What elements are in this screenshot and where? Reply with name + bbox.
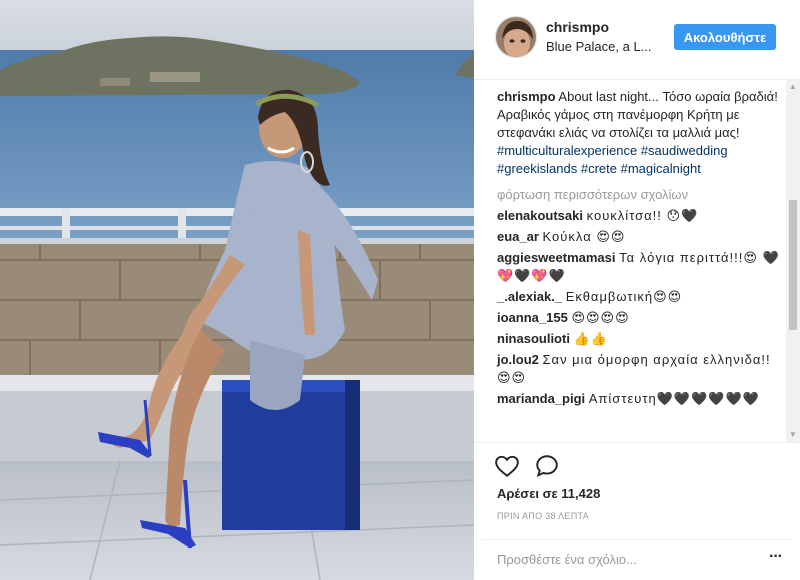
post-photo[interactable] [0,0,474,580]
follow-button[interactable]: Ακολουθήστε [674,24,776,50]
hashtag-link[interactable]: #magicalnight [621,161,701,176]
load-more-comments-link[interactable]: φόρτωση περισσότερων σχολίων [497,186,784,204]
add-comment-bar: ··· [482,539,792,577]
comment-username[interactable]: marianda_pigi [497,391,585,406]
hashtag-link[interactable]: #greekislands [497,161,577,176]
comment-username[interactable]: elenakoutsaki [497,208,583,223]
more-options-icon[interactable]: ··· [769,548,783,566]
comment-text: Κούκλα 😍😍 [542,229,626,244]
scrollbar-thumb[interactable] [789,200,797,330]
post-side-panel: chrismpo Blue Palace, a L... Ακολουθήστε… [474,0,800,580]
comment-item: _.alexiak._ Εκθαμβωτική😍😍 [497,288,784,306]
scroll-down-arrow-icon[interactable]: ▼ [786,428,800,442]
comment-text: 👍👍 [573,331,608,346]
comment-text: Απίστευτη🖤🖤🖤🖤🖤🖤 [588,391,760,406]
scroll-up-arrow-icon[interactable]: ▲ [786,80,800,94]
post-author-username[interactable]: chrismpo [546,19,609,35]
post-timestamp[interactable]: ΠΡΙΝ ΑΠΟ 38 ΛΕΠΤΑ [497,511,589,521]
comment-text: Σαν μια όμορφη αρχαία ελληνιδα!! 😍😍 [497,352,771,385]
comment-item: eua_ar Κούκλα 😍😍 [497,228,784,246]
comment-username[interactable]: aggiesweetmamasi [497,250,616,265]
hashtag-link[interactable]: #multiculturalexperience [497,143,637,158]
comment-item: ninasoulioti 👍👍 [497,330,784,348]
comment-username[interactable]: jo.lou2 [497,352,539,367]
comment-item: ioanna_155 😍😍😍😍 [497,309,784,327]
comment-item: elenakoutsaki κουκλίτσα!! 😯🖤 [497,207,784,225]
post-photo-illustration [0,0,474,580]
comment-username[interactable]: ninasoulioti [497,331,570,346]
comments-scrollbar[interactable]: ▲ ▼ [786,80,800,442]
comment-item: aggiesweetmamasi Τα λόγια περιττά!!!😍 🖤💖… [497,249,784,285]
add-comment-input[interactable] [497,549,747,569]
post-actions: Αρέσει σε 11,428 ΠΡΙΝ ΑΠΟ 38 ΛΕΠΤΑ ··· [474,442,800,580]
heart-icon[interactable] [494,453,522,481]
profile-avatar[interactable] [495,16,537,58]
avatar-image [496,17,536,57]
comment-text: 😍😍😍😍 [571,310,630,325]
post-header: chrismpo Blue Palace, a L... Ακολουθήστε [474,0,800,80]
comment-item: marianda_pigi Απίστευτη🖤🖤🖤🖤🖤🖤 [497,390,784,408]
caption-username[interactable]: chrismpo [497,89,556,104]
comment-bubble-icon[interactable] [534,453,562,481]
comment-username[interactable]: _.alexiak._ [497,289,562,304]
comment-username[interactable]: ioanna_155 [497,310,568,325]
hashtag-link[interactable]: #saudiwedding [641,143,728,158]
comment-text: κουκλίτσα!! 😯🖤 [586,208,699,223]
likes-count[interactable]: Αρέσει σε 11,428 [497,486,600,501]
comment-username[interactable]: eua_ar [497,229,539,244]
post-location[interactable]: Blue Palace, a L... [546,39,652,54]
post-caption: chrismpo About last night... Τόσο ωραία … [497,88,784,178]
comment-item: jo.lou2 Σαν μια όμορφη αρχαία ελληνιδα!!… [497,351,784,387]
comment-text: Εκθαμβωτική😍😍 [565,289,683,304]
hashtag-link[interactable]: #crete [581,161,617,176]
comments-list[interactable]: chrismpo About last night... Τόσο ωραία … [474,80,792,442]
